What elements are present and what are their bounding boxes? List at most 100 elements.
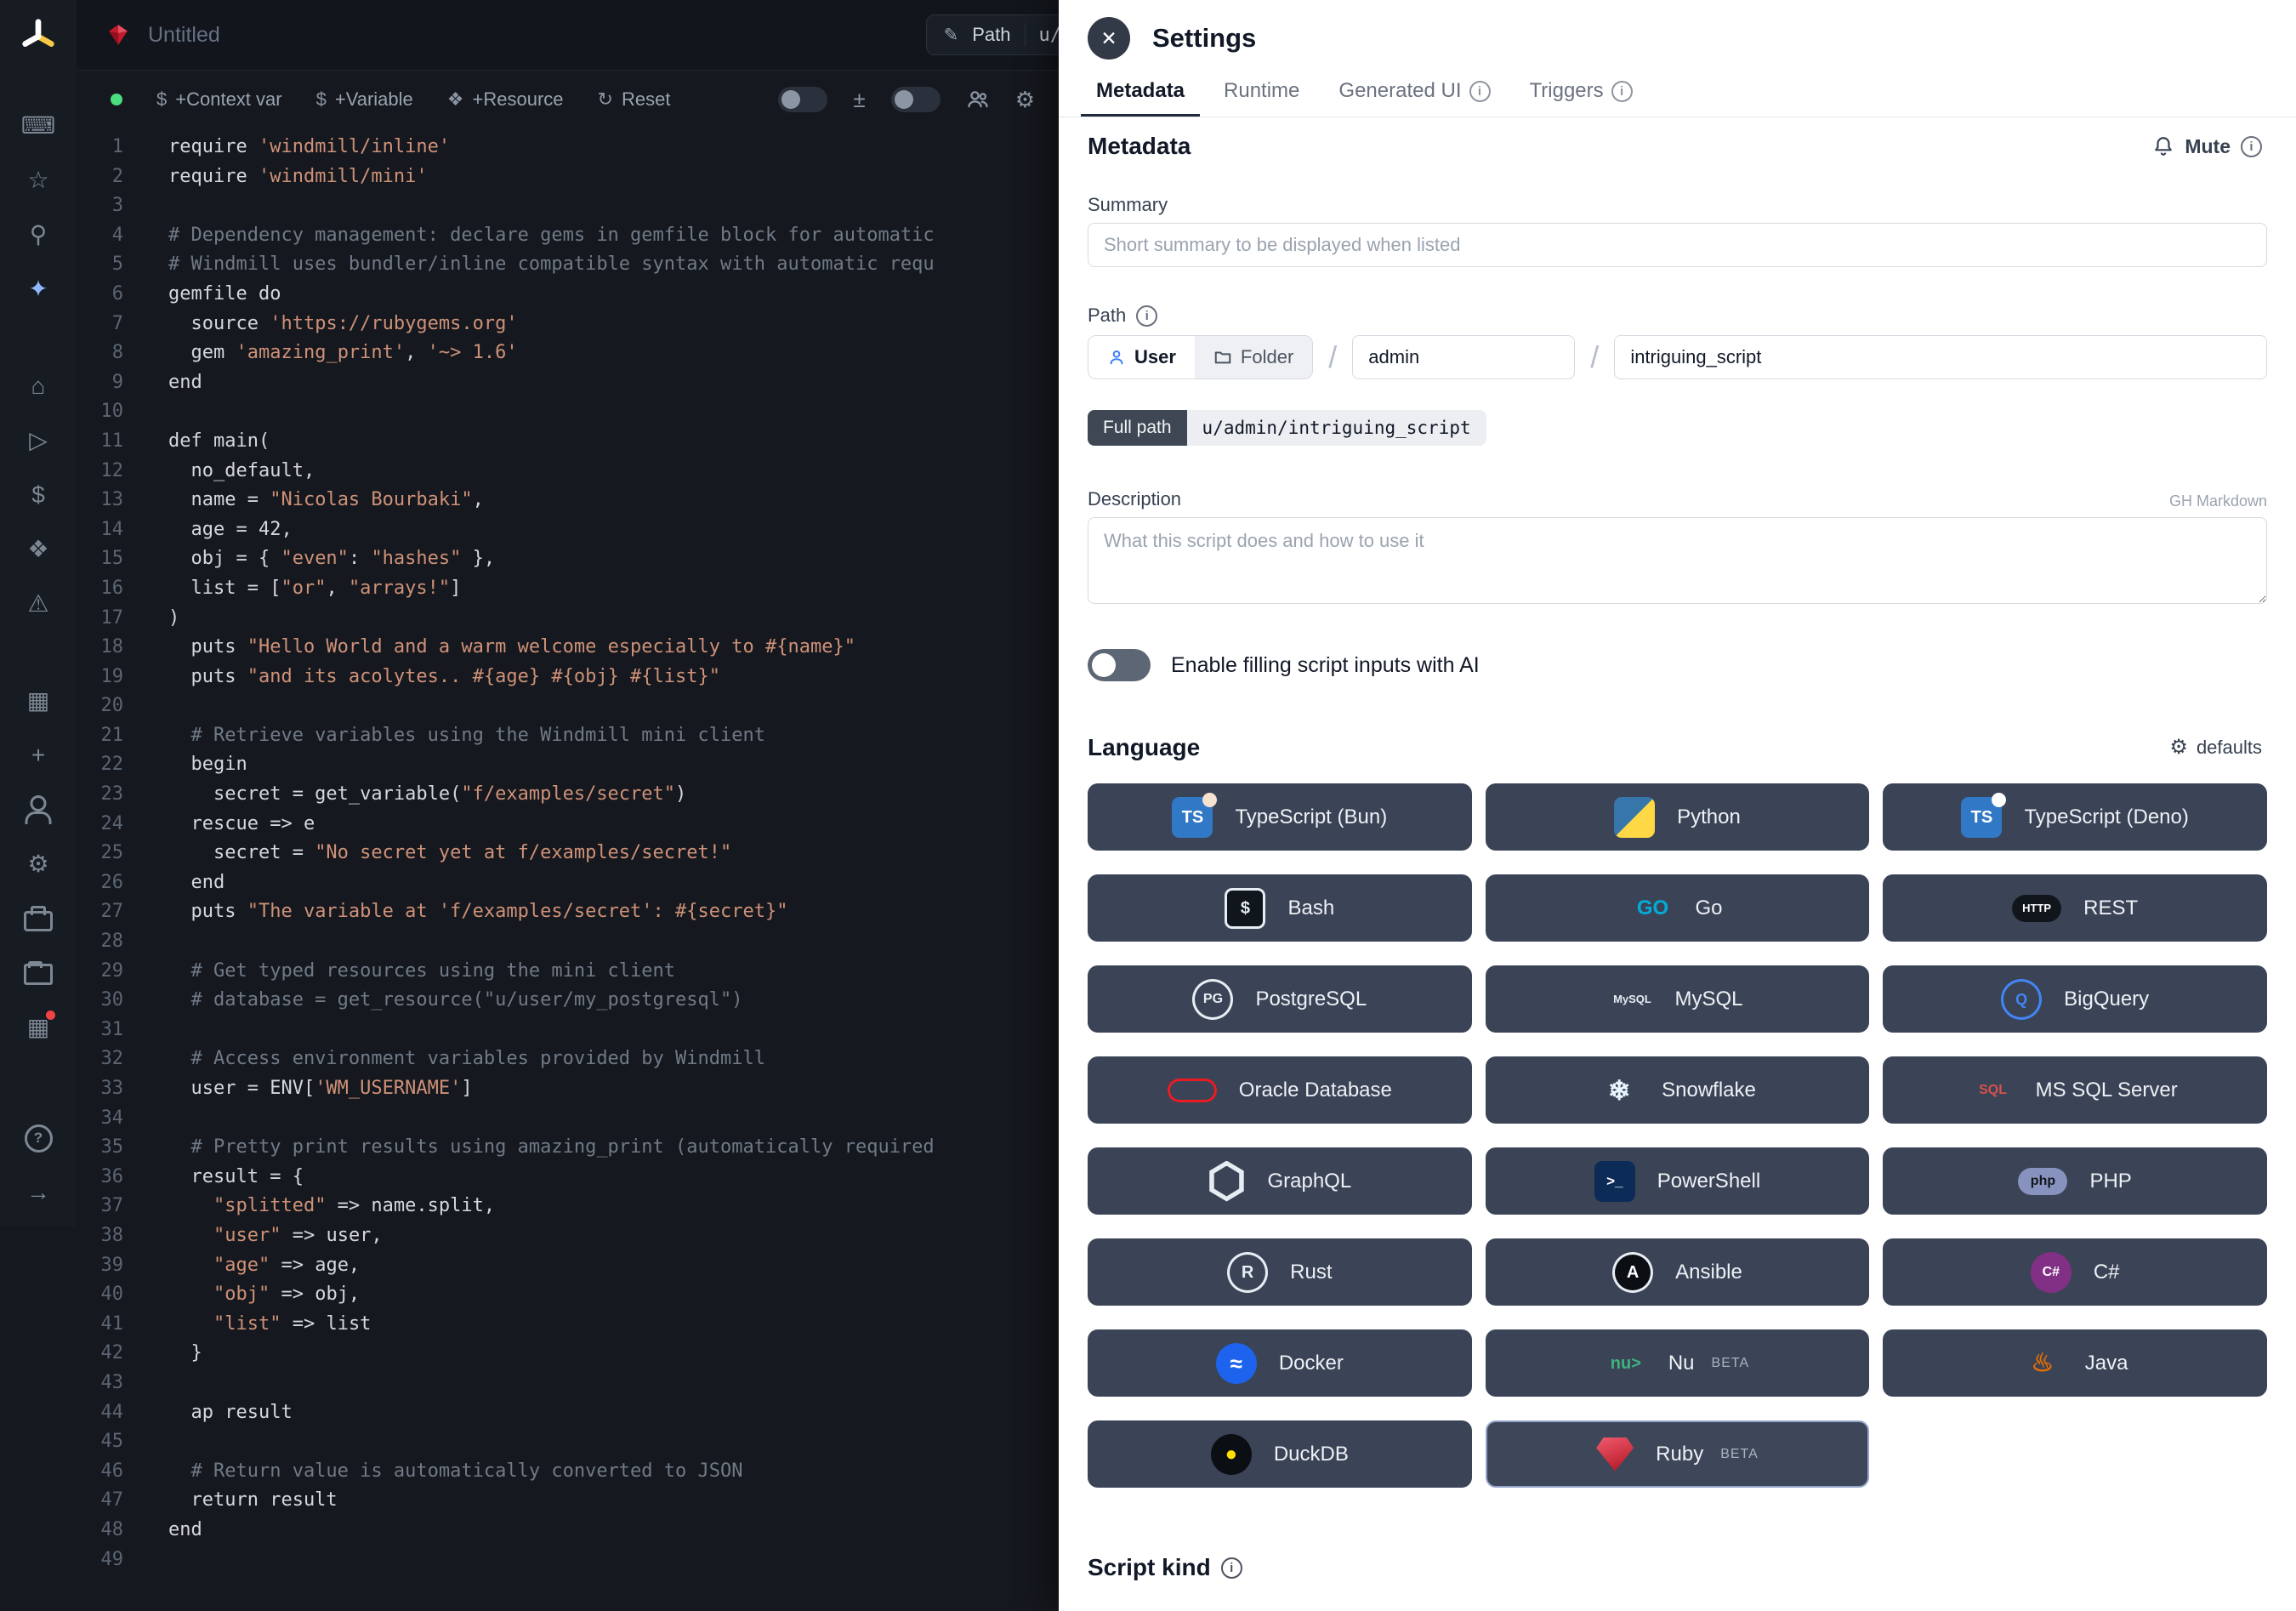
runs-play-icon[interactable]: ▷ (20, 422, 57, 459)
language-label: Java (2085, 1352, 2128, 1375)
settings-header: ✕ Settings (1059, 0, 2296, 63)
owner-kind-user-button[interactable]: User (1088, 336, 1195, 379)
language-c[interactable]: C#C# (1883, 1238, 2267, 1306)
user-account-icon[interactable] (20, 791, 57, 828)
language-python[interactable]: Python (1486, 783, 1870, 851)
collapse-sidebar-arrow-icon[interactable]: → (20, 1174, 57, 1211)
language-mysql[interactable]: MySQLMySQL (1486, 965, 1870, 1033)
dollar-icon: $ (316, 90, 327, 109)
script-name-input[interactable] (1614, 335, 2267, 379)
ansible-icon: A (1612, 1252, 1653, 1293)
line-number: 5 (77, 250, 123, 280)
language-postgresql[interactable]: PGPostgreSQL (1088, 965, 1472, 1033)
workspace-settings-gear-icon[interactable]: ⚙ (20, 845, 57, 883)
code-line: 8 gem 'amazing_print', '~> 1.6' (77, 339, 1059, 368)
mute-button[interactable]: Mute i (2147, 134, 2267, 159)
line-number: 30 (77, 986, 123, 1016)
line-number: 29 (77, 957, 123, 987)
code-text: "user" => user, (123, 1221, 383, 1251)
language-duckdb[interactable]: ●DuckDB (1088, 1420, 1472, 1488)
add-resource-button[interactable]: ❖ +Resource (447, 88, 564, 111)
script-editor-pane: Untitled ✎ Path u/ $ +Context var $ +Var… (77, 0, 1059, 1611)
oracle-database-icon (1168, 1079, 1217, 1102)
search-icon[interactable]: ⚲ (20, 216, 57, 253)
tab-runtime[interactable]: Runtime (1208, 68, 1315, 117)
language-rest[interactable]: HTTPREST (1883, 874, 2267, 942)
code-text: ) (123, 604, 179, 634)
create-plus-icon[interactable]: + (20, 737, 57, 774)
language-powershell[interactable]: >_PowerShell (1486, 1147, 1870, 1215)
close-settings-button[interactable]: ✕ (1088, 17, 1130, 60)
script-title[interactable]: Untitled (148, 23, 220, 48)
language-go[interactable]: GOGo (1486, 874, 1870, 942)
apps-window-icon[interactable]: ⌨ (20, 107, 57, 145)
language-bash[interactable]: $Bash (1088, 874, 1472, 942)
language-java[interactable]: ♨Java (1883, 1329, 2267, 1397)
summary-input[interactable] (1088, 223, 2267, 267)
line-number: 46 (77, 1457, 123, 1487)
apps-grid-icon[interactable]: ▦ (20, 1009, 57, 1046)
ai-wand-icon[interactable]: ✦ (20, 270, 57, 308)
description-textarea[interactable] (1088, 517, 2267, 604)
language-ansible[interactable]: AAnsible (1486, 1238, 1870, 1306)
line-number: 28 (77, 927, 123, 957)
close-icon: ✕ (1100, 27, 1117, 50)
path-button[interactable]: ✎ Path u/ (926, 14, 1059, 55)
language-oracle-database[interactable]: Oracle Database (1088, 1056, 1472, 1124)
editor-option-toggle-1[interactable] (778, 87, 827, 112)
editor-settings-gear-icon[interactable]: ⚙ (1015, 88, 1035, 111)
workers-briefcase-icon[interactable] (20, 900, 57, 937)
windmill-logo[interactable] (16, 14, 60, 58)
collaborators-icon[interactable] (966, 88, 990, 111)
folders-icon[interactable] (20, 954, 57, 992)
language-typescript-deno[interactable]: TSTypeScript (Deno) (1883, 783, 2267, 851)
line-number: 7 (77, 310, 123, 339)
language-label: DuckDB (1274, 1443, 1349, 1466)
line-number: 21 (77, 721, 123, 751)
language-typescript-bun[interactable]: TSTypeScript (Bun) (1088, 783, 1472, 851)
help-icon[interactable] (20, 1119, 57, 1157)
tab-triggers[interactable]: Triggersi (1515, 68, 1648, 117)
favorites-star-icon[interactable]: ☆ (20, 162, 57, 199)
ms-sql-server-icon: SQL (1973, 1070, 2014, 1111)
alerts-icon[interactable]: ⚠ (20, 585, 57, 623)
code-line: 22 begin (77, 750, 1059, 780)
code-line: 24 rescue => e (77, 810, 1059, 840)
line-number: 33 (77, 1074, 123, 1104)
ai-fill-toggle[interactable] (1088, 649, 1151, 681)
tab-generated-ui[interactable]: Generated UIi (1323, 68, 1505, 117)
owner-input[interactable] (1352, 335, 1575, 379)
language-docker[interactable]: ≈Docker (1088, 1329, 1472, 1397)
tab-metadata[interactable]: Metadata (1081, 68, 1200, 117)
script-kind-label: Script kind (1088, 1554, 1211, 1581)
resources-blocks-icon[interactable]: ❖ (20, 531, 57, 568)
language-php[interactable]: phpPHP (1883, 1147, 2267, 1215)
language-snowflake[interactable]: ❄Snowflake (1486, 1056, 1870, 1124)
language-defaults-button[interactable]: ⚙ defaults (2164, 736, 2267, 760)
tab-label: Triggers (1530, 79, 1604, 103)
language-label: REST (2083, 897, 2138, 920)
line-number: 43 (77, 1369, 123, 1398)
owner-kind-folder-button[interactable]: Folder (1195, 336, 1312, 379)
add-resource-label: +Resource (473, 88, 564, 111)
line-number: 35 (77, 1133, 123, 1163)
add-variable-button[interactable]: $ +Variable (316, 88, 413, 111)
language-ms-sql-server[interactable]: SQLMS SQL Server (1883, 1056, 2267, 1124)
language-graphql[interactable]: GraphQL (1088, 1147, 1472, 1215)
language-ruby[interactable]: RubyBETA (1486, 1420, 1870, 1488)
reset-button[interactable]: ↻ Reset (598, 88, 671, 111)
home-icon[interactable]: ⌂ (20, 367, 57, 405)
variables-dollar-icon[interactable]: $ (20, 476, 57, 514)
language-bigquery[interactable]: QBigQuery (1883, 965, 2267, 1033)
add-context-var-button[interactable]: $ +Context var (156, 88, 282, 111)
code-line: 23 secret = get_variable("f/examples/sec… (77, 780, 1059, 810)
language-nu[interactable]: nu>NuBETA (1486, 1329, 1870, 1397)
user-icon (1107, 348, 1126, 367)
sidebar: ⌨ ☆ ⚲ ✦ ⌂ ▷ $ ❖ ⚠ ▦ + ⚙ ▦ → (0, 0, 77, 1227)
language-rust[interactable]: RRust (1088, 1238, 1472, 1306)
line-number: 9 (77, 368, 123, 398)
schedules-calendar-icon[interactable]: ▦ (20, 682, 57, 720)
code-editor[interactable]: 1require 'windmill/inline'2require 'wind… (77, 128, 1059, 1611)
editor-option-toggle-2[interactable] (891, 87, 941, 112)
diff-icon[interactable]: ± (853, 88, 865, 111)
